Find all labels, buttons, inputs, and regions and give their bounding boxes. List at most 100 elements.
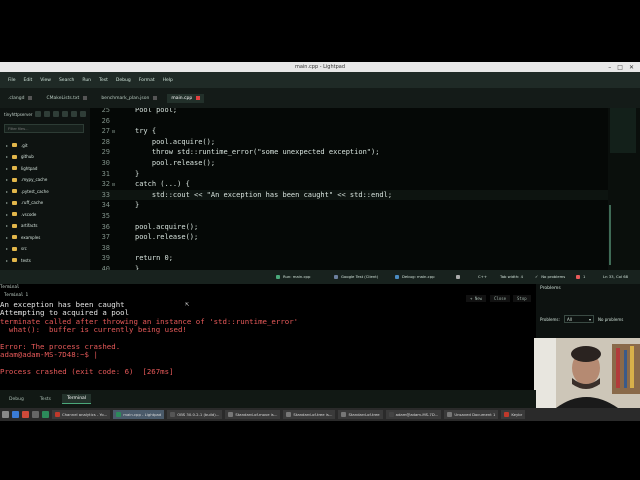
tab-width[interactable]: Tab width: 4 [500, 270, 523, 284]
play-icon [276, 275, 280, 279]
panel-tab-debug[interactable]: Debug [4, 395, 29, 404]
code-line: throw std::runtime_error("some unexpecte… [135, 148, 380, 157]
taskbar-window[interactable]: Keybr [501, 410, 526, 419]
menu-item-run[interactable]: Run [78, 78, 95, 83]
editor-tab[interactable]: CMakeLists.txt [42, 94, 91, 103]
debug-button[interactable]: Debug: main.cpp [395, 270, 435, 284]
problems-filter-select[interactable]: All ▾ [564, 315, 594, 323]
expand-arrow-icon[interactable]: ▸ [6, 235, 8, 240]
tree-folder[interactable]: ▸ artifacts [6, 221, 38, 231]
expand-arrow-icon[interactable]: ▸ [6, 200, 8, 205]
files-icon[interactable] [12, 411, 19, 418]
tree-folder[interactable]: ▸ lightpad [6, 163, 37, 173]
tree-folder[interactable]: ▸ .ruff_cache [6, 198, 43, 208]
folder-icon [12, 235, 18, 239]
menu-item-search[interactable]: Search [55, 78, 78, 83]
tab-close-icon[interactable] [153, 96, 158, 100]
editor-tab[interactable]: benchmark_plan.json [97, 94, 161, 103]
up-icon[interactable] [71, 111, 77, 117]
editor-tab[interactable]: .clangd [4, 94, 36, 103]
expand-arrow-icon[interactable]: ▸ [6, 166, 8, 171]
tree-folder[interactable]: ▸ .mypy_cache [6, 175, 47, 185]
new-terminal-button[interactable]: + New [466, 295, 487, 302]
expand-arrow-icon[interactable]: ▸ [6, 189, 8, 194]
problems-ok[interactable]: ✓ No problems [535, 270, 565, 284]
expand-arrow-icon[interactable]: ▸ [6, 154, 8, 159]
minimap-viewport[interactable] [610, 108, 636, 153]
tree-folder[interactable]: ▸ .git [6, 140, 28, 150]
taskbar-window[interactable]: Channel analytics - Yo... [52, 410, 111, 419]
panel-tab-tests[interactable]: Tests [35, 395, 56, 404]
editor-icon[interactable] [42, 411, 49, 418]
line-number: 25 [101, 108, 110, 114]
code-editor[interactable]: 25 Pool pool; 26 27 ⊟ try {28 pool.acquire();… [90, 108, 608, 270]
maximize-icon[interactable]: □ [617, 64, 623, 71]
window-app-icon [228, 412, 234, 417]
browser-icon[interactable] [22, 411, 29, 418]
tree-folder-label: examples [21, 234, 41, 240]
fold-icon[interactable]: ⊟ [112, 182, 115, 188]
file-filter-input[interactable] [4, 124, 84, 133]
taskbar-window[interactable]: Unsaved Document 1 [444, 410, 499, 419]
fold-icon[interactable]: ⊟ [112, 129, 115, 135]
tree-folder[interactable]: ▸ tests [6, 255, 31, 265]
taskbar-window[interactable]: main.cpp - Lightpad [113, 410, 165, 419]
close-icon[interactable]: ✕ [629, 64, 634, 71]
expand-arrow-icon[interactable]: ▸ [6, 177, 8, 182]
tree-folder[interactable]: ▸ src [6, 244, 27, 254]
error-count[interactable]: 1 [576, 270, 585, 284]
tools-button[interactable] [456, 270, 460, 284]
panel-tab-terminal[interactable]: Terminal [62, 394, 92, 404]
menu-item-debug[interactable]: Debug [112, 78, 135, 83]
language-mode[interactable]: C++ [478, 270, 487, 284]
tree-folder-label: .git [21, 142, 28, 148]
taskbar-window-label: main.cpp - Lightpad [123, 412, 162, 417]
tree-folder[interactable]: ▸ examples [6, 232, 40, 242]
cursor-position[interactable]: Ln 33, Col 68 [603, 270, 628, 284]
editor-tab-label: benchmark_plan.json [101, 95, 150, 101]
terminal-panel[interactable]: Terminal Terminal 1 + New Close Stop An … [0, 284, 536, 390]
tab-close-icon[interactable] [83, 96, 88, 100]
expand-arrow-icon[interactable]: ▸ [6, 212, 8, 217]
tests-button[interactable]: Google Test (Client) [334, 270, 378, 284]
tree-folder[interactable]: ▸ .pytest_cache [6, 186, 49, 196]
tab-close-icon[interactable] [196, 96, 201, 100]
stop-terminal-button[interactable]: Stop [513, 295, 531, 302]
menu-item-view[interactable]: View [36, 78, 55, 83]
menu-item-help[interactable]: Help [159, 78, 177, 83]
editor-tab[interactable]: main.cpp [167, 93, 205, 103]
taskbar-window[interactable]: Standard-of-move is... [225, 410, 281, 419]
folder-icon [12, 212, 18, 216]
new-file-icon[interactable] [35, 111, 41, 117]
expand-arrow-icon[interactable]: ▸ [6, 223, 8, 228]
menu-item-format[interactable]: Format [135, 78, 159, 83]
editor-scrollbar[interactable] [609, 205, 611, 265]
menu-item-test[interactable]: Test [95, 78, 112, 83]
taskbar-window[interactable]: Standard-of-tree [338, 410, 383, 419]
code-line: pool.release(); [135, 233, 199, 242]
expand-arrow-icon[interactable]: ▸ [6, 258, 8, 263]
taskbar-window[interactable]: adam@adam-MS-7D... [385, 410, 442, 419]
tab-close-icon[interactable] [28, 96, 33, 100]
menu-item-file[interactable]: File [4, 78, 20, 83]
terminal-icon[interactable] [32, 411, 39, 418]
new-folder-icon[interactable] [44, 111, 50, 117]
expand-arrow-icon[interactable]: ▸ [6, 143, 8, 148]
tree-folder[interactable]: ▸ .vscode [6, 209, 36, 219]
tree-folder[interactable]: ▸ github [6, 152, 34, 162]
run-button[interactable]: Run: main.cpp [276, 270, 310, 284]
editor-tab-label: main.cpp [171, 95, 193, 101]
settings-icon[interactable] [80, 111, 86, 117]
taskbar-window[interactable]: OBS 30.0.2-1 (build)... [167, 410, 223, 419]
terminal-tab[interactable]: Terminal 1 [4, 292, 28, 297]
close-terminal-button[interactable]: Close [490, 295, 511, 302]
expand-arrow-icon[interactable]: ▸ [6, 246, 8, 251]
window-controls: – □ ✕ [608, 62, 634, 72]
refresh-icon[interactable] [53, 111, 59, 117]
minimize-icon[interactable]: – [608, 64, 611, 71]
window-app-icon [286, 412, 292, 417]
app-menu-icon[interactable] [2, 411, 9, 418]
taskbar-window[interactable]: Standard-of-tree is... [283, 410, 336, 419]
menu-item-edit[interactable]: Edit [20, 78, 37, 83]
collapse-icon[interactable] [62, 111, 68, 117]
